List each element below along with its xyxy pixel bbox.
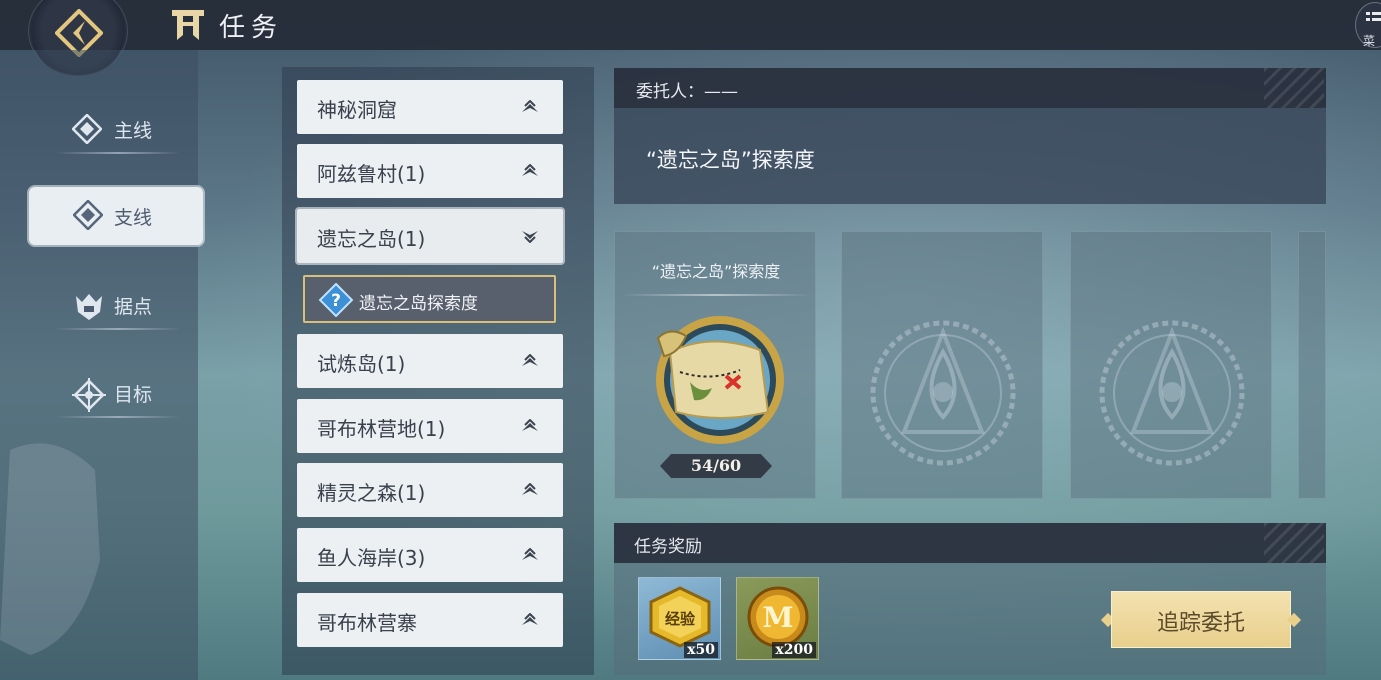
treasure-map-icon xyxy=(656,316,784,444)
sidebar-item-label: 支线 xyxy=(114,207,153,229)
quest-group-item[interactable]: 哥布林营寨 xyxy=(297,593,563,647)
quest-subitem-selected[interactable]: ? 遗忘之岛探索度 xyxy=(303,275,556,323)
client-label: 委托人：—— xyxy=(636,82,738,102)
menu-label: 菜 xyxy=(1363,34,1376,48)
decorative-stripes xyxy=(1264,68,1324,108)
divider xyxy=(56,152,180,154)
quest-group-label: 鱼人海岸(3) xyxy=(317,546,426,570)
sidebar-item-label: 主线 xyxy=(114,120,153,142)
locked-emblem-icon xyxy=(1099,320,1245,466)
page-title: 任务 xyxy=(219,13,284,43)
quest-group-label: 阿兹鲁村(1) xyxy=(317,162,426,186)
reward-count: x50 xyxy=(684,642,718,658)
sidebar-item-label: 据点 xyxy=(114,296,153,318)
objective-card[interactable]: “遗忘之岛”探索度 54/60 xyxy=(614,231,816,499)
exp-badge-icon: 经验 xyxy=(649,586,711,648)
quest-group-label: 遗忘之岛(1) xyxy=(317,227,426,251)
chevron-up-icon xyxy=(522,483,538,495)
client-bar: 委托人：—— xyxy=(614,68,1326,108)
locked-card xyxy=(1070,231,1272,499)
quest-group-item[interactable]: 试炼岛(1) xyxy=(297,334,563,388)
reward-count: x200 xyxy=(772,642,816,658)
quest-group-label: 试炼岛(1) xyxy=(317,352,406,376)
reward-item-coin[interactable]: M x200 xyxy=(736,577,819,660)
divider xyxy=(56,328,180,330)
quest-group-item[interactable]: 神秘洞窟 xyxy=(297,80,563,134)
chevron-up-icon xyxy=(522,354,538,366)
chevron-up-icon xyxy=(522,613,538,625)
quest-group-item[interactable]: 阿兹鲁村(1) xyxy=(297,144,563,198)
coin-icon: M xyxy=(747,586,809,648)
character-silhouette-icon xyxy=(0,443,100,655)
menu-icon xyxy=(1366,12,1381,21)
quest-title-box: “遗忘之岛”探索度 xyxy=(614,108,1326,204)
sidebar-item-label: 目标 xyxy=(114,384,153,406)
quest-subitem-label: 遗忘之岛探索度 xyxy=(359,294,478,314)
divider xyxy=(56,416,180,418)
divider xyxy=(621,294,811,296)
diamond-icon xyxy=(73,200,103,230)
track-button-label: 追踪委托 xyxy=(1156,611,1245,636)
chevron-up-icon xyxy=(522,164,538,176)
top-bar xyxy=(0,0,1381,50)
svg-text:?: ? xyxy=(331,291,341,311)
locked-card xyxy=(1298,231,1326,499)
coin-text: M xyxy=(763,601,794,634)
decorative-stripes xyxy=(1264,523,1324,563)
chevron-up-icon xyxy=(522,419,538,431)
quest-group-item[interactable]: 精灵之森(1) xyxy=(297,463,563,517)
objective-card-title: “遗忘之岛”探索度 xyxy=(651,262,781,281)
quest-group-label: 神秘洞窟 xyxy=(317,98,397,122)
locked-card xyxy=(841,231,1043,499)
reward-header: 任务奖励 xyxy=(634,537,702,557)
reward-bar: 任务奖励 xyxy=(614,523,1326,563)
quest-banner-icon xyxy=(172,10,204,40)
chevron-up-icon xyxy=(522,100,538,112)
sidebar-item-main[interactable]: 主线 xyxy=(56,108,180,154)
progress-text: 54/60 xyxy=(690,456,742,475)
sidebar-item-stronghold[interactable]: 据点 xyxy=(56,284,180,330)
sidebar-item-side[interactable]: 支线 xyxy=(29,187,203,245)
locked-emblem-icon xyxy=(870,320,1016,466)
quest-group-label: 精灵之森(1) xyxy=(317,481,426,505)
question-icon: ? xyxy=(319,283,353,317)
quest-group-item[interactable]: 鱼人海岸(3) xyxy=(297,528,563,582)
quest-group-label: 哥布林营寨 xyxy=(317,611,417,635)
exp-badge-text: 经验 xyxy=(665,610,696,628)
stronghold-icon xyxy=(76,294,102,320)
chevron-down-icon xyxy=(522,231,538,243)
reward-item-exp[interactable]: 经验 x50 xyxy=(638,577,721,660)
crosshair-icon xyxy=(72,378,106,412)
sidebar-item-target[interactable]: 目标 xyxy=(56,372,180,418)
chevron-up-icon xyxy=(522,548,538,560)
progress-badge: 54/60 xyxy=(660,454,772,478)
quest-group-item[interactable]: 遗忘之岛(1) xyxy=(295,207,565,265)
track-commission-button[interactable]: 追踪委托 xyxy=(1100,591,1302,648)
quest-group-item[interactable]: 哥布林营地(1) xyxy=(297,399,563,453)
quest-group-label: 哥布林营地(1) xyxy=(317,417,446,441)
quest-title: “遗忘之岛”探索度 xyxy=(646,148,815,172)
diamond-icon xyxy=(72,114,102,144)
